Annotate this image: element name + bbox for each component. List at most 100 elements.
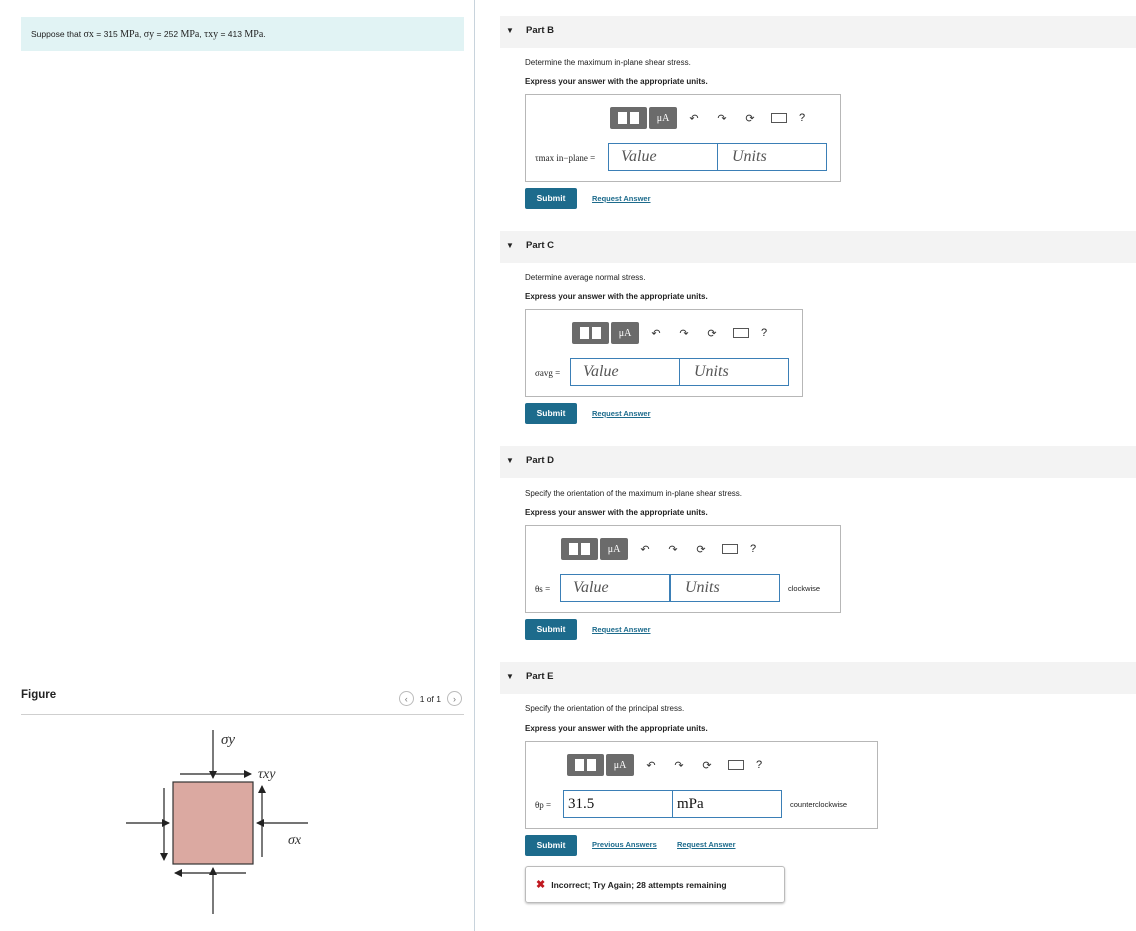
part-b-toolbar: μA ↶ ↷ ⟳ ?	[610, 107, 805, 129]
part-b-request-answer-link[interactable]: Request Answer	[592, 194, 651, 203]
feedback-text: Incorrect; Try Again; 28 attempts remain…	[551, 880, 727, 890]
part-e-question: Specify the orientation of the principal…	[525, 704, 685, 713]
part-e-submit-button[interactable]: Submit	[525, 835, 577, 856]
problem-statement: Suppose that σx = 315 MPa, σy = 252 MPa,…	[21, 17, 464, 51]
part-d-title: Part D	[526, 455, 554, 466]
part-b-instruction: Express your answer with the appropriate…	[525, 77, 708, 86]
part-e-header[interactable]: ▼ Part E	[500, 662, 1136, 694]
part-e-units-input[interactable]: mPa	[672, 790, 782, 818]
part-e-instruction: Express your answer with the appropriate…	[525, 724, 708, 733]
part-b-units-input[interactable]: Units	[717, 143, 827, 171]
part-d-direction: clockwise	[788, 584, 821, 593]
redo-icon[interactable]: ↷	[662, 543, 684, 556]
figure-pager: ‹ 1 of 1 ›	[398, 691, 462, 706]
tau-xy-unit: MPa	[244, 29, 264, 40]
incorrect-x-icon: ✖	[536, 879, 546, 891]
sigma-x-value: = 315	[96, 29, 118, 39]
units-mu-button[interactable]: μA	[600, 538, 628, 560]
tau-xy-symbol: τxy	[204, 29, 219, 40]
collapse-triangle-icon: ▼	[506, 672, 514, 681]
figure-header: Figure ‹ 1 of 1 ›	[21, 686, 464, 715]
figure-title: Figure	[21, 689, 57, 701]
help-button[interactable]: ?	[799, 112, 805, 124]
figure-page-indicator: 1 of 1	[419, 693, 441, 704]
theta-s-label: θs =	[535, 584, 551, 594]
keyboard-icon[interactable]	[722, 544, 738, 554]
help-button[interactable]: ?	[750, 543, 756, 555]
next-figure-button[interactable]: ›	[447, 691, 462, 706]
part-d-units-input[interactable]: Units	[670, 574, 780, 602]
sigma-avg-label: σavg =	[535, 368, 561, 378]
help-button[interactable]: ?	[761, 327, 767, 339]
part-c-submit-button[interactable]: Submit	[525, 403, 577, 424]
part-c-instruction: Express your answer with the appropriate…	[525, 292, 708, 301]
units-mu-button[interactable]: μA	[611, 322, 639, 344]
reset-icon[interactable]: ⟳	[701, 327, 723, 340]
reset-icon[interactable]: ⟳	[696, 759, 718, 772]
part-d-value-input[interactable]: Value	[560, 574, 670, 602]
redo-icon[interactable]: ↷	[668, 759, 690, 772]
prev-figure-button[interactable]: ‹	[398, 691, 414, 706]
redo-icon[interactable]: ↷	[711, 112, 733, 125]
help-button[interactable]: ?	[756, 759, 762, 771]
part-c-units-input[interactable]: Units	[679, 358, 789, 386]
undo-icon[interactable]: ↶	[645, 327, 667, 340]
part-e-direction: counterclockwise	[790, 800, 848, 809]
reset-icon[interactable]: ⟳	[690, 543, 712, 556]
part-d-request-answer-link[interactable]: Request Answer	[592, 625, 651, 634]
part-c-question: Determine average normal stress.	[525, 273, 646, 282]
part-d-instruction: Express your answer with the appropriate…	[525, 508, 708, 517]
part-b-value-input[interactable]: Value	[608, 143, 718, 171]
part-d-question: Specify the orientation of the maximum i…	[525, 489, 742, 498]
collapse-triangle-icon: ▼	[506, 241, 514, 250]
stress-element-figure: σy τxy σx	[126, 730, 308, 914]
part-e-previous-answers-link[interactable]: Previous Answers	[592, 840, 657, 849]
templates-icon[interactable]	[572, 322, 609, 344]
templates-icon[interactable]	[561, 538, 598, 560]
part-c-toolbar: μA ↶ ↷ ⟳ ?	[572, 322, 767, 344]
undo-icon[interactable]: ↶	[640, 759, 662, 772]
keyboard-icon[interactable]	[728, 760, 744, 770]
part-b-submit-button[interactable]: Submit	[525, 188, 577, 209]
part-d-toolbar: μA ↶ ↷ ⟳ ?	[561, 538, 756, 560]
part-e-toolbar: μA ↶ ↷ ⟳ ?	[567, 754, 762, 776]
part-d-submit-button[interactable]: Submit	[525, 619, 577, 640]
keyboard-icon[interactable]	[771, 113, 787, 123]
part-c-answer-box: μA ↶ ↷ ⟳ ? σavg = Value Units	[525, 309, 803, 397]
sigma-x-symbol: σx	[83, 29, 94, 40]
part-e-answer-box: μA ↶ ↷ ⟳ ? θp = 31.5 mPa counterclockwis…	[525, 741, 878, 829]
sigma-y-value: = 252	[156, 29, 179, 39]
problem-prefix: Suppose that	[31, 29, 82, 39]
part-c-value-input[interactable]: Value	[570, 358, 680, 386]
collapse-triangle-icon: ▼	[506, 456, 514, 465]
redo-icon[interactable]: ↷	[673, 327, 695, 340]
part-b-header[interactable]: ▼ Part B	[500, 16, 1136, 48]
part-b-question: Determine the maximum in-plane shear str…	[525, 58, 691, 67]
part-e-feedback: ✖ Incorrect; Try Again; 28 attempts remai…	[525, 866, 785, 903]
part-e-value-input[interactable]: 31.5	[563, 790, 673, 818]
part-d-answer-box: μA ↶ ↷ ⟳ ? θs = Value Units clockwise	[525, 525, 841, 613]
left-panel: Suppose that σx = 315 MPa, σy = 252 MPa,…	[0, 0, 475, 931]
templates-icon[interactable]	[610, 107, 647, 129]
part-e-request-answer-link[interactable]: Request Answer	[677, 840, 736, 849]
templates-icon[interactable]	[567, 754, 604, 776]
right-panel: ▼ Part B Determine the maximum in-plane …	[500, 0, 1136, 931]
part-b-title: Part B	[526, 25, 554, 36]
part-c-request-answer-link[interactable]: Request Answer	[592, 409, 651, 418]
tau-xy-value: = 413	[220, 29, 242, 39]
undo-icon[interactable]: ↶	[634, 543, 656, 556]
stress-square	[172, 781, 254, 865]
sigma-y-symbol: σy	[143, 29, 155, 40]
part-c-header[interactable]: ▼ Part C	[500, 231, 1136, 263]
part-b-answer-box: μA ↶ ↷ ⟳ ? τmax in−plane = Value Units	[525, 94, 841, 182]
undo-icon[interactable]: ↶	[683, 112, 705, 125]
units-mu-button[interactable]: μA	[649, 107, 677, 129]
units-mu-button[interactable]: μA	[606, 754, 634, 776]
theta-p-label: θp =	[535, 800, 552, 810]
part-c-title: Part C	[526, 240, 554, 251]
part-e-title: Part E	[526, 671, 554, 682]
tau-xy-label: τxy	[258, 767, 276, 782]
part-d-header[interactable]: ▼ Part D	[500, 446, 1136, 478]
keyboard-icon[interactable]	[733, 328, 749, 338]
reset-icon[interactable]: ⟳	[739, 112, 761, 125]
